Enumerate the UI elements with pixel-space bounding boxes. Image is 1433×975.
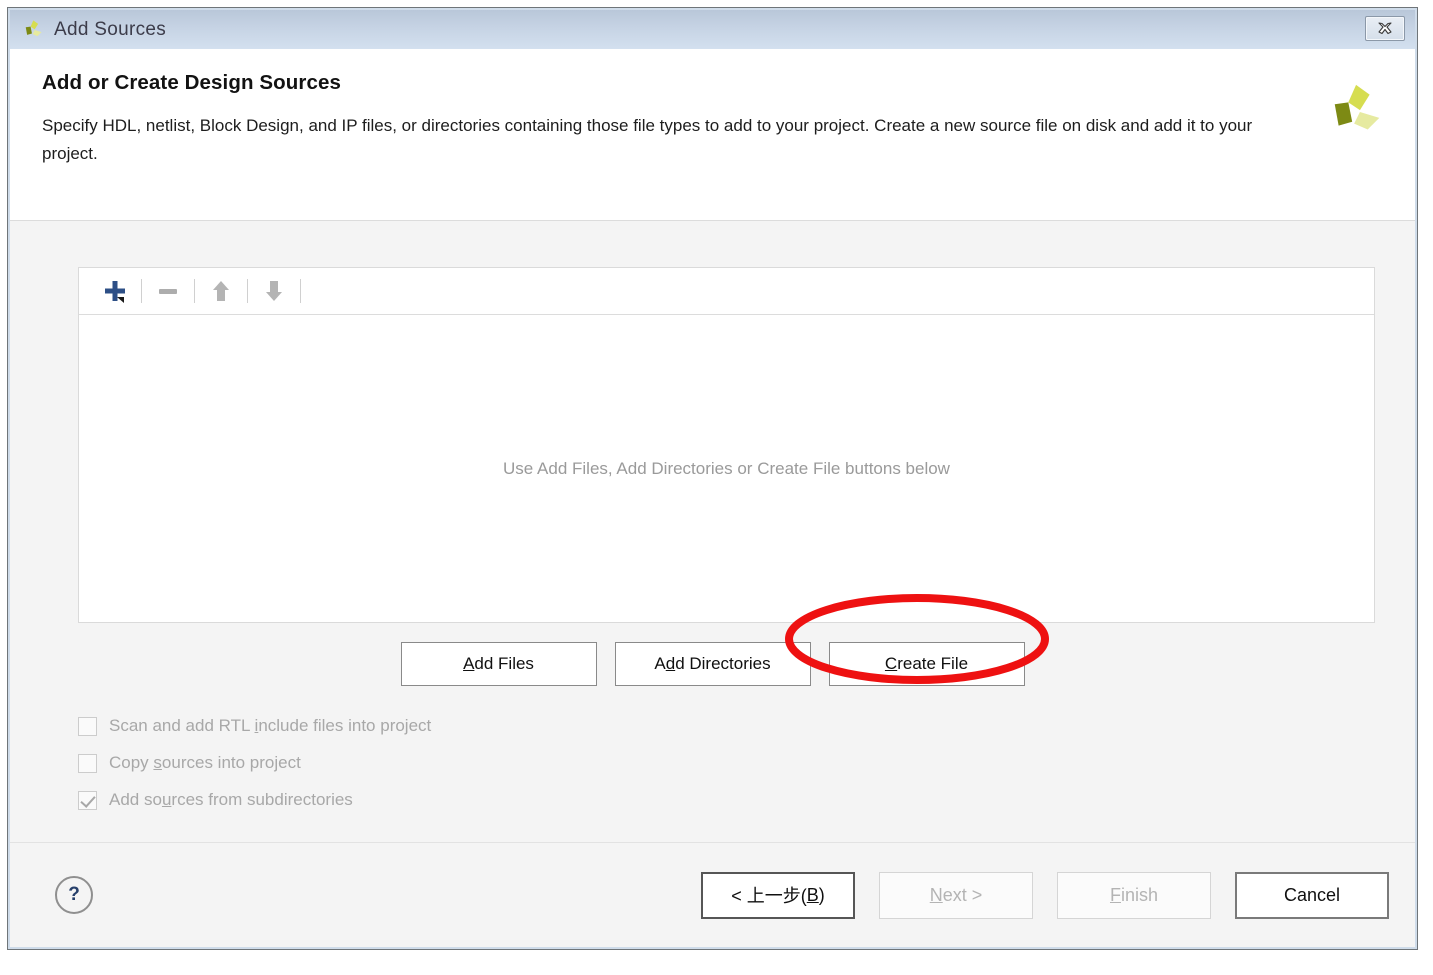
move-down-icon <box>252 274 296 308</box>
vivado-pinwheel-logo-icon <box>23 19 45 41</box>
create-file-button[interactable]: Create File <box>828 642 1025 686</box>
file-list-empty-message: Use Add Files, Add Directories or Create… <box>503 458 950 478</box>
help-button[interactable]: ? <box>55 876 93 914</box>
list-toolbar <box>79 268 1374 315</box>
dialog-titlebar: Add Sources <box>10 10 1415 49</box>
scan-rtl-include-checkbox[interactable]: Scan and add RTL include files into proj… <box>78 716 431 736</box>
next-button[interactable]: Next > <box>879 871 1033 919</box>
dialog-body: Use Add Files, Add Directories or Create… <box>10 221 1415 842</box>
add-sources-dialog: Add Sources Add or Create Design Sources… <box>7 7 1418 950</box>
add-icon[interactable] <box>93 274 137 308</box>
checkbox-box <box>78 790 97 810</box>
remove-icon <box>146 274 190 308</box>
add-subdirs-checkbox[interactable]: Add sources from subdirectories <box>78 790 431 810</box>
source-options: Scan and add RTL include files into proj… <box>78 716 431 810</box>
dialog-title: Add Sources <box>54 18 167 40</box>
dialog-footer: ? < 上一步(B) Next > Finish Cancel <box>10 842 1415 947</box>
toolbar-separator <box>141 279 142 303</box>
back-button[interactable]: < 上一步(B) <box>701 871 855 919</box>
toolbar-separator <box>194 279 195 303</box>
page-title: Add or Create Design Sources <box>42 71 341 94</box>
finish-button[interactable]: Finish <box>1057 871 1211 919</box>
checkbox-label: Add sources from subdirectories <box>109 790 353 809</box>
move-up-icon <box>199 274 243 308</box>
vivado-pinwheel-logo-icon-large <box>1327 81 1389 143</box>
dialog-header: Add or Create Design Sources Specify HDL… <box>10 49 1415 221</box>
add-files-button[interactable]: Add Files <box>400 642 597 686</box>
checkbox-box <box>78 716 97 736</box>
close-icon[interactable] <box>1365 16 1405 41</box>
copy-sources-checkbox[interactable]: Copy sources into project <box>78 753 431 773</box>
page-description: Specify HDL, netlist, Block Design, and … <box>42 116 1253 163</box>
add-directories-button[interactable]: Add Directories <box>614 642 811 686</box>
checkbox-box <box>78 753 97 773</box>
toolbar-separator <box>247 279 248 303</box>
source-action-buttons: Add Files Add Directories Create File <box>10 642 1415 686</box>
cancel-button[interactable]: Cancel <box>1235 871 1389 919</box>
toolbar-separator <box>300 279 301 303</box>
checkbox-label: Copy sources into project <box>109 753 301 772</box>
checkbox-label: Scan and add RTL include files into proj… <box>109 716 432 735</box>
source-file-list-panel: Use Add Files, Add Directories or Create… <box>78 267 1375 623</box>
wizard-navigation-buttons: < 上一步(B) Next > Finish Cancel <box>701 871 1389 919</box>
